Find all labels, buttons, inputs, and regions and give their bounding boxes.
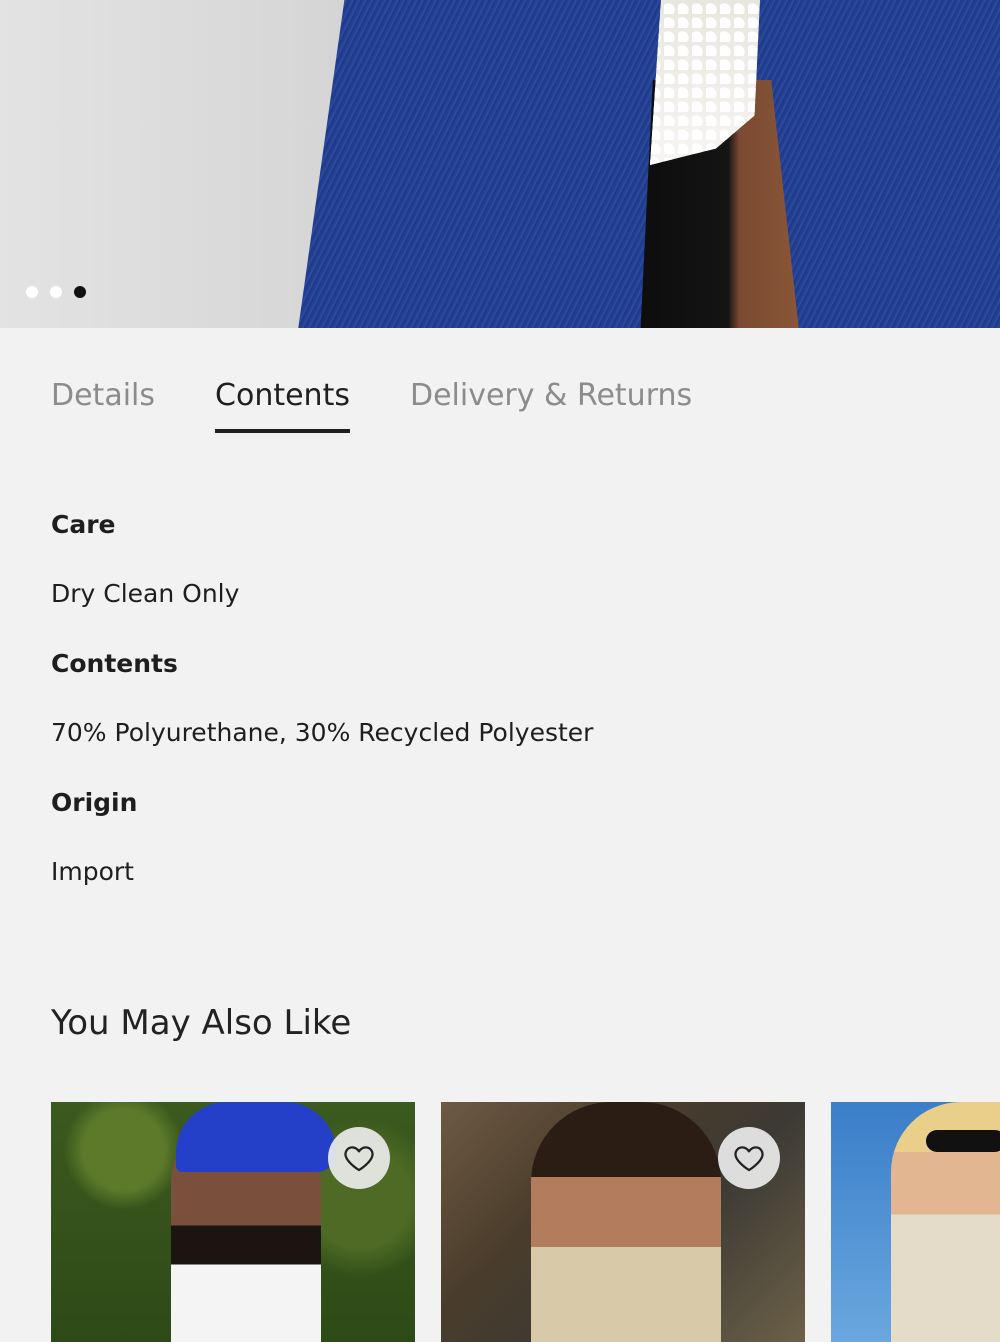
care-value: Dry Clean Only [51,579,240,608]
contents-value: 70% Polyurethane, 30% Recycled Polyester [51,718,594,747]
product-image-carousel[interactable] [0,0,1000,328]
product-image [831,1102,1000,1342]
product-card[interactable] [51,1102,415,1342]
recommendations-title: You May Also Like [51,1003,352,1043]
carousel-dot-2[interactable] [50,286,62,298]
origin-label: Origin [51,788,138,817]
sunglasses [926,1130,1000,1152]
product-card[interactable] [831,1102,1000,1342]
heart-icon [344,1146,374,1172]
contents-panel: Care Dry Clean Only Contents 70% Polyure… [51,505,593,922]
tab-delivery-returns[interactable]: Delivery & Returns [410,378,692,433]
model-figure [531,1102,721,1342]
tab-details[interactable]: Details [51,378,155,433]
favorite-button[interactable] [718,1127,780,1189]
origin-value: Import [51,857,134,886]
care-label: Care [51,510,116,539]
product-info-tabs: Details Contents Delivery & Returns [51,378,692,433]
favorite-button[interactable] [328,1127,390,1189]
carousel-dot-3[interactable] [74,286,86,298]
blue-cap [176,1102,336,1172]
tab-contents[interactable]: Contents [215,378,350,433]
carousel-dots [26,286,86,298]
recommendations-carousel [51,1102,1000,1342]
contents-label: Contents [51,649,178,678]
carousel-dot-1[interactable] [26,286,38,298]
heart-icon [734,1146,764,1172]
product-card[interactable] [441,1102,805,1342]
